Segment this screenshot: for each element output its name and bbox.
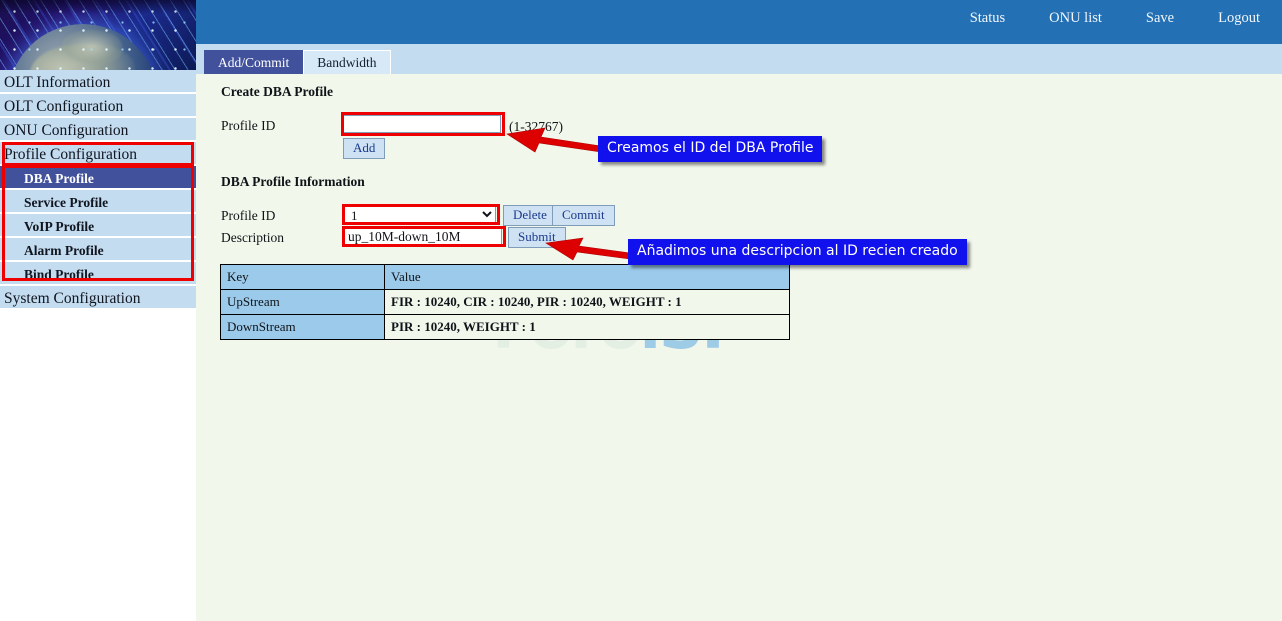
table-header-row: Key Value (221, 265, 790, 290)
sidebar-item-label: OLT Configuration (4, 98, 123, 115)
info-profile-id-label: Profile ID (221, 208, 275, 224)
profile-id-range-hint: (1-32767) (509, 119, 563, 135)
table-cell-value: FIR : 10240, CIR : 10240, PIR : 10240, W… (385, 290, 790, 315)
table-cell-value: PIR : 10240, WEIGHT : 1 (385, 315, 790, 340)
sidebar-item-bind-profile[interactable]: Bind Profile (0, 262, 196, 286)
table-cell-key: UpStream (221, 290, 385, 315)
banner-image (0, 0, 196, 70)
sidebar-item-label: Bind Profile (24, 267, 94, 282)
sidebar-item-label: Alarm Profile (24, 243, 104, 258)
delete-button[interactable]: Delete (503, 205, 557, 226)
sidebar-item-profile-configuration[interactable]: Profile Configuration (0, 142, 196, 166)
sidebar-item-label: OLT Information (4, 74, 110, 91)
sidebar-item-label: VoIP Profile (24, 219, 94, 234)
sidebar-item-label: System Configuration (4, 290, 140, 307)
table-row: UpStream FIR : 10240, CIR : 10240, PIR :… (221, 290, 790, 315)
tab-strip: Add/Commit Bandwidth (196, 44, 1282, 74)
description-input[interactable] (344, 228, 502, 245)
header-link-logout[interactable]: Logout (1196, 10, 1282, 27)
sidebar-item-label: Service Profile (24, 195, 108, 210)
description-label: Description (221, 230, 284, 246)
commit-button[interactable]: Commit (552, 205, 615, 226)
tab-add-commit[interactable]: Add/Commit (204, 50, 303, 74)
sidebar-item-onu-configuration[interactable]: ONU Configuration (0, 118, 196, 142)
table-cell-key: DownStream (221, 315, 385, 340)
info-section-title: DBA Profile Information (221, 174, 365, 190)
sidebar-item-label: Profile Configuration (4, 146, 137, 163)
table-col-key: Key (221, 265, 385, 290)
sidebar-item-label: ONU Configuration (4, 122, 128, 139)
table-row: DownStream PIR : 10240, WEIGHT : 1 (221, 315, 790, 340)
dba-profile-table: Key Value UpStream FIR : 10240, CIR : 10… (220, 264, 790, 340)
submit-button[interactable]: Submit (508, 227, 566, 248)
annotation-callout-2: Añadimos una descripcion al ID recien cr… (628, 239, 967, 265)
sidebar: OLT Information OLT Configuration ONU Co… (0, 0, 196, 621)
application-window: OLT Information OLT Configuration ONU Co… (0, 0, 1282, 621)
sidebar-nav-list: OLT Information OLT Configuration ONU Co… (0, 70, 196, 310)
table-head: Key Value (221, 265, 790, 290)
sidebar-item-alarm-profile[interactable]: Alarm Profile (0, 238, 196, 262)
sidebar-item-service-profile[interactable]: Service Profile (0, 190, 196, 214)
header-link-onu-list[interactable]: ONU list (1027, 10, 1124, 27)
tab-bandwidth[interactable]: Bandwidth (303, 50, 390, 74)
tab-list: Add/Commit Bandwidth (196, 44, 1282, 74)
create-profile-id-label: Profile ID (221, 118, 275, 134)
table-body: UpStream FIR : 10240, CIR : 10240, PIR :… (221, 290, 790, 340)
create-section-title: Create DBA Profile (221, 84, 333, 100)
table-col-value: Value (385, 265, 790, 290)
sidebar-item-system-configuration[interactable]: System Configuration (0, 286, 196, 310)
sidebar-item-olt-information[interactable]: OLT Information (0, 70, 196, 94)
header-link-status[interactable]: Status (948, 10, 1027, 27)
sidebar-item-voip-profile[interactable]: VoIP Profile (0, 214, 196, 238)
sidebar-item-label: DBA Profile (24, 171, 94, 186)
profile-id-select[interactable]: 1 (344, 206, 496, 223)
annotation-callout-1: Creamos el ID del DBA Profile (598, 136, 822, 162)
header-link-save[interactable]: Save (1124, 10, 1196, 27)
top-header-bar: Status ONU list Save Logout (196, 0, 1282, 44)
sidebar-item-dba-profile[interactable]: DBA Profile (0, 166, 196, 190)
header-nav: Status ONU list Save Logout (948, 10, 1282, 27)
add-button[interactable]: Add (343, 138, 385, 159)
create-profile-id-input[interactable] (343, 115, 501, 133)
sidebar-item-olt-configuration[interactable]: OLT Configuration (0, 94, 196, 118)
banner-top-shade (0, 0, 196, 14)
